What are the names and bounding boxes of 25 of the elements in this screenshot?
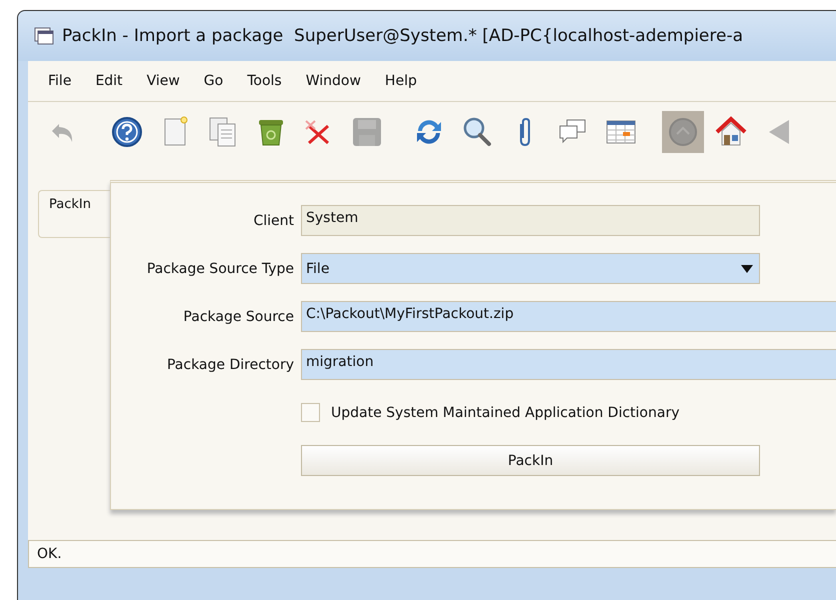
text-field[interactable]: migration (301, 349, 836, 380)
checkbox[interactable] (301, 403, 320, 422)
paperclip-icon (519, 118, 531, 146)
status-bar: OK. (28, 540, 836, 568)
menu-item[interactable]: Window (306, 73, 361, 89)
menu-item[interactable]: File (48, 73, 72, 89)
window-title: PackIn - Import a package SuperUser@System.* [AD-PC{localhost-adempiere-a (62, 26, 743, 46)
field-label: Package Directory (166, 356, 294, 372)
help-icon (109, 114, 145, 150)
menu-item[interactable]: Help (384, 73, 417, 89)
packin-button[interactable]: PackIn (301, 445, 760, 476)
menu-item[interactable]: Edit (95, 73, 123, 89)
field-label: Package Source Type (146, 260, 294, 276)
menu-item[interactable]: Go (204, 73, 224, 89)
menu-item[interactable]: View (146, 73, 180, 89)
tab[interactable]: PackIn (38, 190, 110, 238)
dropdown-field[interactable]: File (301, 253, 760, 284)
caret-icon (741, 264, 753, 272)
checkbox-label: Update System Maintained Application Dictionary (331, 404, 680, 420)
field-label: Package Source (182, 308, 294, 324)
window-icon (34, 27, 54, 45)
menu-item[interactable]: Tools (247, 73, 282, 89)
text-field[interactable]: C:\Packout\MyFirstPackout.zip (301, 301, 836, 332)
text-field[interactable]: System (301, 205, 760, 236)
field-label: Client (252, 212, 294, 228)
